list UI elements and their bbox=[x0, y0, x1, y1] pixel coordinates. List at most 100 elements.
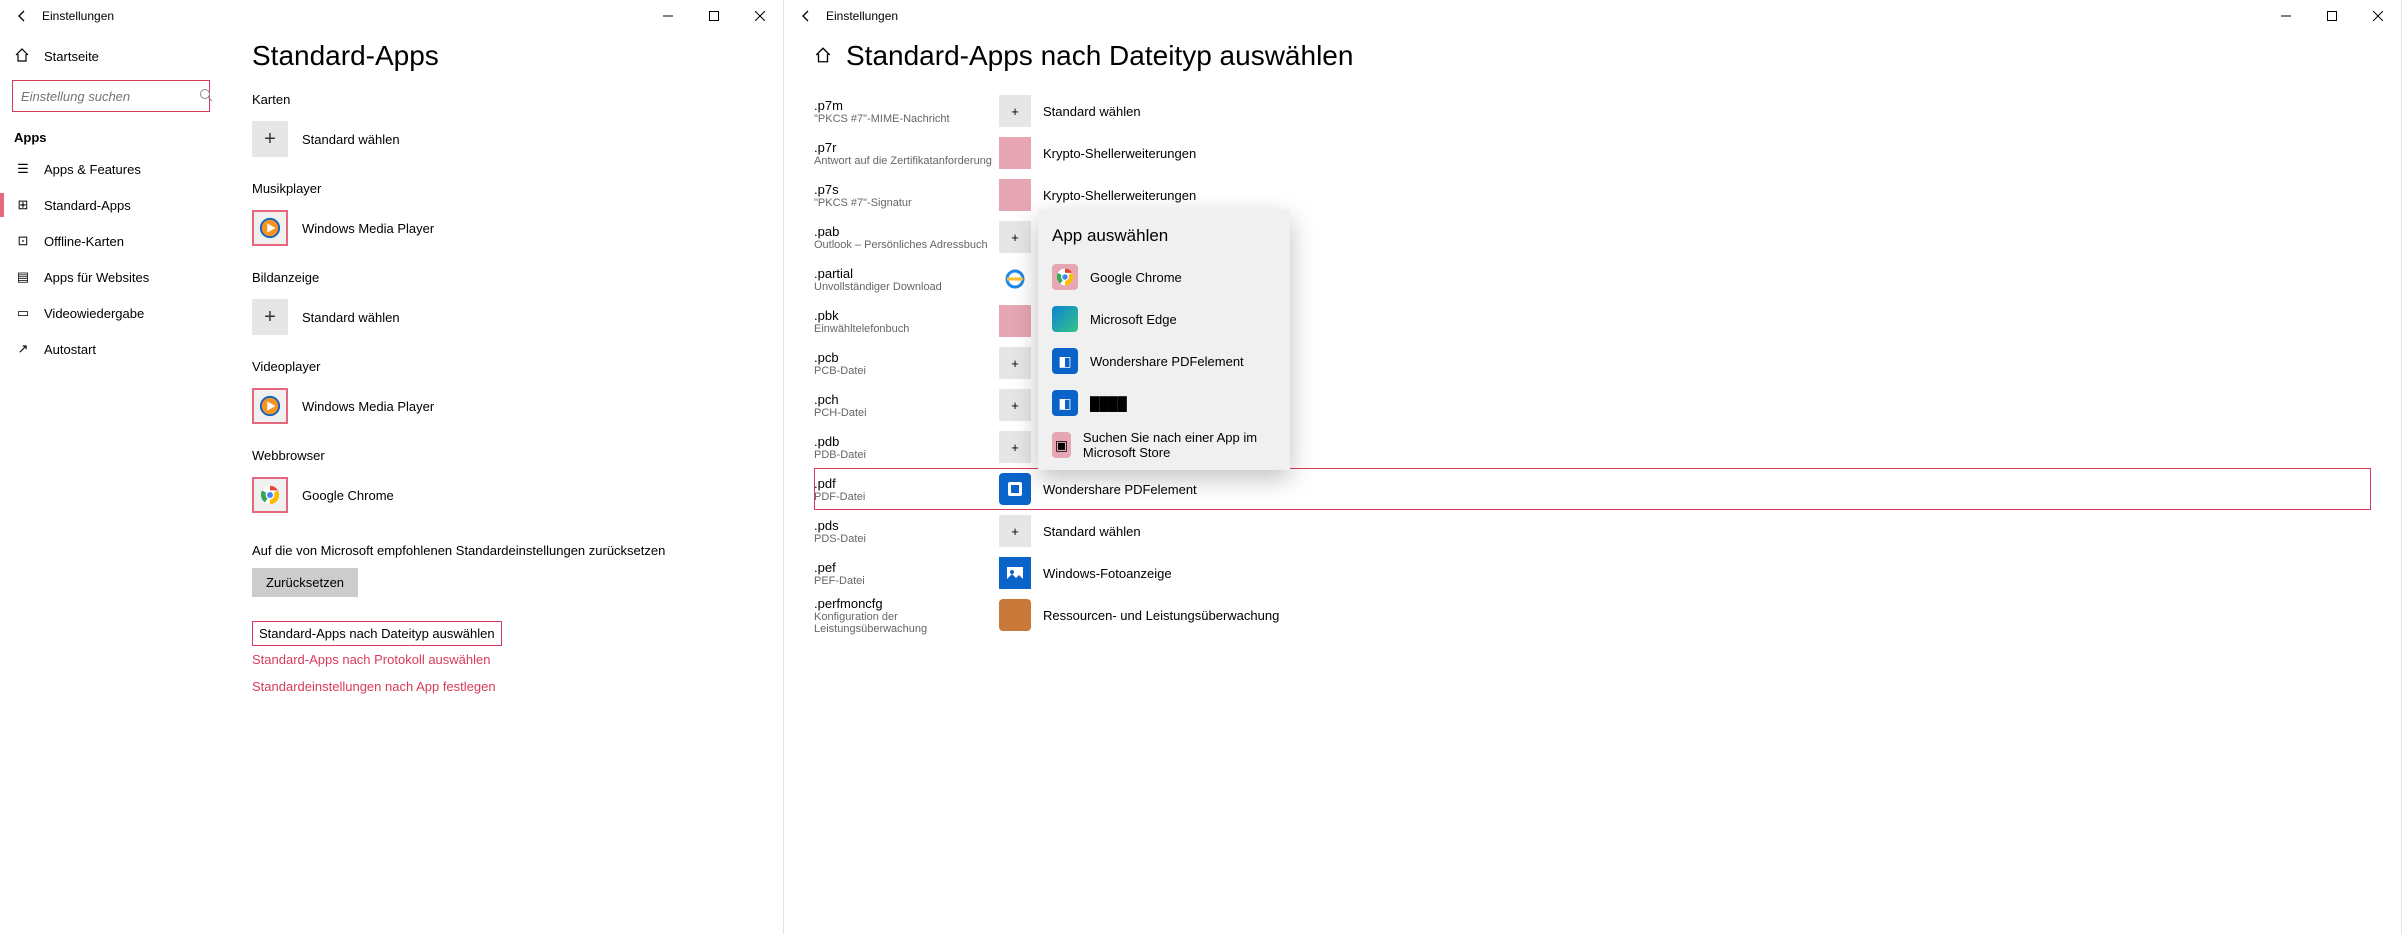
popup-app-option[interactable]: ◧ ████ bbox=[1038, 382, 1290, 424]
app-name: Krypto-Shellerweiterungen bbox=[1043, 146, 1196, 161]
app-name: Standard wählen bbox=[1043, 524, 1141, 539]
assigned-app[interactable]: + Standard wählen bbox=[999, 95, 1141, 127]
nav-label: Apps für Websites bbox=[44, 270, 149, 285]
filetype-row[interactable]: .p7m "PKCS #7"-MIME-Nachricht + Standard… bbox=[814, 90, 2371, 132]
nav-icon: ⊞ bbox=[14, 197, 32, 213]
popup-app-option[interactable]: ▣Suchen Sie nach einer App im Microsoft … bbox=[1038, 424, 1290, 466]
filetype-row[interactable]: .pdf PDF-Datei Wondershare PDFelement bbox=[814, 468, 2371, 510]
minimize-button[interactable] bbox=[2263, 1, 2309, 31]
certificate-icon bbox=[999, 305, 1031, 337]
maximize-button[interactable] bbox=[691, 1, 737, 31]
file-description: PDF-Datei bbox=[814, 491, 999, 503]
default-app-row[interactable]: Google Chrome bbox=[252, 471, 753, 519]
maximize-button[interactable] bbox=[2309, 1, 2355, 31]
default-app-row[interactable]: Windows Media Player bbox=[252, 204, 753, 252]
ie-icon bbox=[999, 263, 1031, 295]
plus-icon: + bbox=[999, 95, 1031, 127]
filetype-info: .pdf PDF-Datei bbox=[814, 476, 999, 503]
titlebar: Einstellungen bbox=[0, 0, 783, 32]
file-description: Unvollständiger Download bbox=[814, 281, 999, 293]
perfmon-icon bbox=[999, 599, 1031, 631]
default-app-row[interactable]: Windows Media Player bbox=[252, 382, 753, 430]
popup-app-option[interactable]: Microsoft Edge bbox=[1038, 298, 1290, 340]
chrome-icon bbox=[252, 477, 288, 513]
reset-description: Auf die von Microsoft empfohlenen Standa… bbox=[252, 543, 753, 558]
chrome-icon bbox=[1052, 264, 1078, 290]
popup-app-option[interactable]: ◧Wondershare PDFelement bbox=[1038, 340, 1290, 382]
filetype-row[interactable]: .pds PDS-Datei + Standard wählen bbox=[814, 510, 2371, 552]
filetype-info: .pef PEF-Datei bbox=[814, 560, 999, 587]
minimize-button[interactable] bbox=[645, 1, 691, 31]
assigned-app[interactable]: Ressourcen- und Leistungsüberwachung bbox=[999, 599, 1279, 631]
section-label: Apps bbox=[0, 118, 222, 151]
popup-app-option[interactable]: Google Chrome bbox=[1038, 256, 1290, 298]
popup-app-name: Google Chrome bbox=[1090, 270, 1182, 285]
file-description: PDS-Datei bbox=[814, 533, 999, 545]
file-extension: .perfmoncfg bbox=[814, 596, 999, 611]
filetype-row[interactable]: .perfmoncfg Konfiguration der Leistungsü… bbox=[814, 594, 2371, 636]
nav-icon: ☰ bbox=[14, 161, 32, 177]
file-description: PCB-Datei bbox=[814, 365, 999, 377]
sidebar-item-apps-f-r-websites[interactable]: ▤Apps für Websites bbox=[0, 259, 222, 295]
page-title: Standard-Apps nach Dateityp auswählen bbox=[846, 40, 1353, 72]
category-label: Musikplayer bbox=[252, 181, 753, 196]
home-icon[interactable] bbox=[814, 46, 832, 67]
settings-link[interactable]: Standard-Apps nach Dateityp auswählen bbox=[252, 621, 502, 646]
sidebar-item-offline-karten[interactable]: ⊡Offline-Karten bbox=[0, 223, 222, 259]
close-button[interactable] bbox=[737, 1, 783, 31]
file-extension: .pef bbox=[814, 560, 999, 575]
sidebar-item-apps-features[interactable]: ☰Apps & Features bbox=[0, 151, 222, 187]
sidebar-item-standard-apps[interactable]: ⊞Standard-Apps bbox=[0, 187, 222, 223]
file-description: Konfiguration der Leistungsüberwachung bbox=[814, 611, 999, 635]
home-link[interactable]: Startseite bbox=[0, 38, 222, 74]
search-input[interactable] bbox=[21, 89, 199, 104]
file-extension: .pdf bbox=[814, 476, 999, 491]
sidebar-item-autostart[interactable]: ↗Autostart bbox=[0, 331, 222, 367]
assigned-app[interactable]: Wondershare PDFelement bbox=[999, 473, 1197, 505]
plus-icon: + bbox=[999, 431, 1031, 463]
page-title: Standard-Apps bbox=[252, 40, 753, 72]
nav-icon: ↗ bbox=[14, 341, 32, 357]
filetype-info: .p7m "PKCS #7"-MIME-Nachricht bbox=[814, 98, 999, 125]
app-name: Windows Media Player bbox=[302, 221, 434, 236]
app-name: Google Chrome bbox=[302, 488, 394, 503]
app-name: Standard wählen bbox=[302, 310, 400, 325]
category-label: Webbrowser bbox=[252, 448, 753, 463]
search-box[interactable] bbox=[12, 80, 210, 112]
file-description: "PKCS #7"-MIME-Nachricht bbox=[814, 113, 999, 125]
wmp-icon bbox=[252, 388, 288, 424]
content-area: Standard-Apps nach Dateityp auswählen .p… bbox=[784, 32, 2401, 934]
close-button[interactable] bbox=[2355, 1, 2401, 31]
settings-window-right: Einstellungen Standard-Apps nach Dateity… bbox=[784, 0, 2402, 934]
file-description: PDB-Datei bbox=[814, 449, 999, 461]
back-button[interactable] bbox=[792, 2, 820, 30]
default-app-row[interactable]: +Standard wählen bbox=[252, 293, 753, 341]
app-name: Wondershare PDFelement bbox=[1043, 482, 1197, 497]
sidebar-item-videowiedergabe[interactable]: ▭Videowiedergabe bbox=[0, 295, 222, 331]
assigned-app[interactable]: Windows-Fotoanzeige bbox=[999, 557, 1172, 589]
file-extension: .p7s bbox=[814, 182, 999, 197]
filetype-row[interactable]: .p7r Antwort auf die Zertifikatanforderu… bbox=[814, 132, 2371, 174]
file-description: Einwähltelefonbuch bbox=[814, 323, 999, 335]
reset-button[interactable]: Zurücksetzen bbox=[252, 568, 358, 597]
pdfelement-icon: ◧ bbox=[1052, 390, 1078, 416]
popup-app-name: Wondershare PDFelement bbox=[1090, 354, 1244, 369]
default-app-row[interactable]: +Standard wählen bbox=[252, 115, 753, 163]
pdfelement-icon bbox=[999, 473, 1031, 505]
assigned-app[interactable]: + Standard wählen bbox=[999, 515, 1141, 547]
filetype-row[interactable]: .pef PEF-Datei Windows-Fotoanzeige bbox=[814, 552, 2371, 594]
assigned-app[interactable]: Krypto-Shellerweiterungen bbox=[999, 179, 1196, 211]
file-description: Antwort auf die Zertifikatanforderung bbox=[814, 155, 999, 167]
file-description: "PKCS #7"-Signatur bbox=[814, 197, 999, 209]
titlebar: Einstellungen bbox=[784, 0, 2401, 32]
back-button[interactable] bbox=[8, 2, 36, 30]
settings-link[interactable]: Standard-Apps nach Protokoll auswählen bbox=[252, 646, 753, 673]
file-description: PCH-Datei bbox=[814, 407, 999, 419]
app-name: Windows-Fotoanzeige bbox=[1043, 566, 1172, 581]
certificate-icon bbox=[999, 179, 1031, 211]
assigned-app[interactable]: Krypto-Shellerweiterungen bbox=[999, 137, 1196, 169]
popup-app-name: ████ bbox=[1090, 396, 1127, 411]
file-extension: .pch bbox=[814, 392, 999, 407]
settings-link[interactable]: Standardeinstellungen nach App festlegen bbox=[252, 673, 753, 700]
plus-icon: + bbox=[252, 121, 288, 157]
